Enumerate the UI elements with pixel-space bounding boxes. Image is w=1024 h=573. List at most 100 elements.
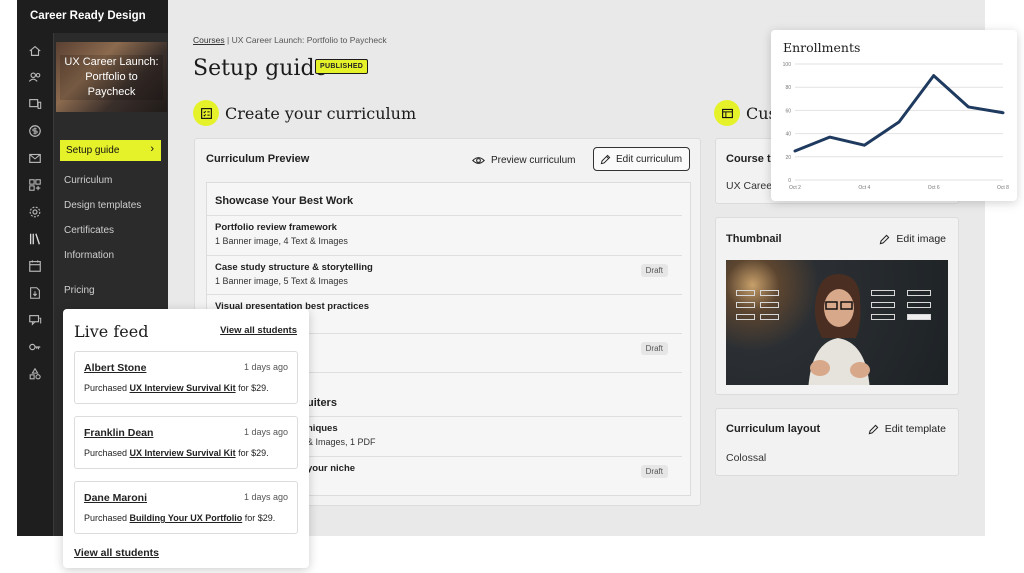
- home-icon[interactable]: [17, 41, 53, 61]
- feed-item-description: Purchased UX Interview Survival Kit for …: [84, 448, 269, 458]
- devices-icon[interactable]: [17, 94, 53, 114]
- feed-item-prefix: Purchased: [84, 383, 128, 393]
- status-badge: PUBLISHED: [315, 59, 369, 74]
- edit-template-button[interactable]: Edit template: [868, 423, 946, 435]
- chart-y-tick-label: 80: [785, 85, 791, 91]
- feed-item-time: 1 days ago: [243, 362, 288, 372]
- pencil-icon: [868, 424, 879, 434]
- feed-item: Dane Maroni 1 days ago Purchased Buildin…: [74, 481, 298, 534]
- thumbnail-label: Thumbnail: [726, 233, 782, 245]
- nav-information[interactable]: Information: [64, 250, 114, 261]
- icon-rail: [17, 33, 53, 536]
- live-feed-title: Live feed: [74, 322, 149, 341]
- chat-icon[interactable]: [17, 310, 53, 330]
- chart-x-tick-label: Oct 8: [997, 185, 1009, 191]
- feed-item-suffix: for $29.: [238, 383, 269, 393]
- live-feed-card: Live feed View all students Albert Stone…: [63, 309, 309, 568]
- nav-certificates[interactable]: Certificates: [64, 225, 114, 236]
- curriculum-layout-label: Curriculum layout: [726, 423, 821, 435]
- pencil-icon: [880, 234, 890, 244]
- chart-x-tick-label: Oct 6: [928, 185, 940, 191]
- view-all-students-link[interactable]: View all students: [220, 325, 297, 336]
- breadcrumb-separator: |: [227, 35, 230, 45]
- shapes-icon[interactable]: [17, 364, 53, 384]
- feed-item-suffix: for $29.: [238, 448, 269, 458]
- lesson-title: your niche: [307, 463, 356, 474]
- edit-image-label: Edit image: [896, 233, 946, 245]
- presenter-photo: [808, 273, 870, 385]
- lesson-subtitle: & Images, 1 PDF: [307, 437, 376, 447]
- chart-y-tick-label: 0: [788, 178, 791, 184]
- preview-curriculum-label: Preview curriculum: [491, 154, 576, 166]
- feed-item-prefix: Purchased: [84, 448, 128, 458]
- breadcrumb: Courses | UX Career Launch: Portfolio to…: [193, 35, 387, 45]
- key-icon[interactable]: [17, 337, 53, 357]
- enrollments-card: 0 20 40 60 80 100 Oct 2 Oct 4 Oct 6 Oct 8 Enrollm…: [771, 30, 1017, 201]
- curriculum-layout-card: Curriculum layout Edit template Colossal: [715, 408, 959, 476]
- preview-curriculum-button[interactable]: Preview curriculum: [472, 149, 575, 171]
- layout-icon: [714, 100, 740, 126]
- student-name-link[interactable]: Franklin Dean: [84, 427, 153, 439]
- lesson-title: Case study structure & storytelling: [215, 262, 373, 273]
- mail-icon[interactable]: [17, 148, 53, 168]
- draft-badge: Draft: [640, 342, 668, 355]
- eye-icon: [472, 156, 485, 164]
- lesson-title: Portfolio review framework: [215, 222, 337, 233]
- users-icon[interactable]: [17, 67, 53, 87]
- student-name-link[interactable]: Albert Stone: [84, 362, 146, 374]
- lesson-title: niques: [307, 423, 338, 434]
- customize-section-heading: Cus: [714, 100, 777, 126]
- feed-item: Albert Stone 1 days ago Purchased UX Int…: [74, 351, 298, 404]
- chart-x-tick-label: Oct 4: [858, 185, 870, 191]
- pencil-icon: [600, 154, 611, 164]
- nav-setup-guide-label: Setup guide: [66, 145, 120, 156]
- download-icon[interactable]: [17, 283, 53, 303]
- checklist-icon: [193, 100, 219, 126]
- section-heading: Showcase Your Best Work: [215, 195, 354, 207]
- dollar-icon[interactable]: [17, 121, 53, 141]
- student-name-link[interactable]: Dane Maroni: [84, 492, 147, 504]
- lesson-subtitle: 1 Banner image, 5 Text & Images: [215, 276, 348, 286]
- thumbnail-image[interactable]: [726, 260, 948, 385]
- course-title-label: Course t: [726, 153, 771, 165]
- chart-y-tick-label: 40: [785, 132, 791, 138]
- enrollments-title: Enrollments: [783, 40, 861, 55]
- nav-pricing[interactable]: Pricing: [64, 285, 95, 296]
- chart-y-tick-label: 60: [785, 108, 791, 114]
- apps-icon[interactable]: [17, 175, 53, 195]
- lesson-subtitle: 1 Banner image, 4 Text & Images: [215, 236, 348, 246]
- enrollments-chart: 0 20 40 60 80 100 Oct 2 Oct 4 Oct 6 Oct 8: [783, 62, 1010, 191]
- product-link[interactable]: Building Your UX Portfolio: [130, 513, 243, 523]
- page-title: Setup guide: [193, 56, 328, 81]
- breadcrumb-courses-link[interactable]: Courses: [193, 35, 225, 45]
- brand-title: Career Ready Design: [17, 0, 168, 33]
- lesson-row[interactable]: Case study structure & storytelling 1 Ba…: [207, 255, 682, 294]
- edit-image-button[interactable]: Edit image: [879, 233, 946, 245]
- thumbnail-card: Thumbnail Edit image: [715, 217, 959, 395]
- curriculum-preview-title: Curriculum Preview: [206, 153, 310, 165]
- library-icon[interactable]: [17, 229, 53, 249]
- calendar-icon[interactable]: [17, 256, 53, 276]
- ui-overlay-graphic: [736, 290, 786, 340]
- edit-curriculum-label: Edit curriculum: [616, 153, 683, 165]
- feed-item-time: 1 days ago: [243, 427, 288, 437]
- ui-overlay-graphic: [871, 290, 941, 330]
- draft-badge: Draft: [640, 465, 668, 478]
- feed-item: Franklin Dean 1 days ago Purchased UX In…: [74, 416, 298, 469]
- chart-x-tick-label: Oct 2: [789, 185, 801, 191]
- course-thumbnail[interactable]: UX Career Launch: Portfolio to Paycheck: [56, 42, 167, 112]
- nav-setup-guide[interactable]: Setup guide ›: [60, 140, 161, 161]
- nav-design-templates[interactable]: Design templates: [64, 200, 141, 211]
- section-heading: uiters: [307, 397, 337, 409]
- nav-curriculum[interactable]: Curriculum: [64, 175, 112, 186]
- curriculum-section-title: Create your curriculum: [225, 103, 417, 123]
- lesson-row[interactable]: Portfolio review framework 1 Banner imag…: [207, 215, 682, 254]
- gear-icon[interactable]: [17, 202, 53, 222]
- feed-item-prefix: Purchased: [84, 513, 128, 523]
- edit-curriculum-button[interactable]: Edit curriculum: [593, 147, 690, 171]
- product-link[interactable]: UX Interview Survival Kit: [130, 383, 236, 393]
- feed-item-description: Purchased Building Your UX Portfolio for…: [84, 513, 275, 523]
- view-all-students-link-bottom[interactable]: View all students: [74, 547, 159, 559]
- product-link[interactable]: UX Interview Survival Kit: [130, 448, 236, 458]
- feed-item-suffix: for $29.: [244, 513, 276, 523]
